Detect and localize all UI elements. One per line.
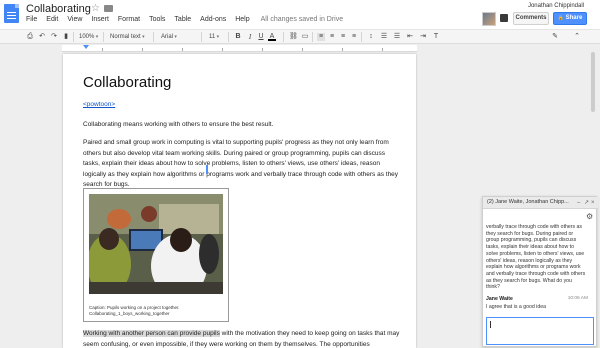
- paragraph-intro: Collaborating means working with others …: [83, 121, 274, 128]
- menu-bar: File Edit View Insert Format Tools Table…: [26, 16, 352, 23]
- align-right-icon[interactable]: ≡: [339, 33, 347, 41]
- doc-heading: Collaborating: [83, 74, 172, 91]
- align-justify-icon[interactable]: ≡: [350, 33, 358, 41]
- collapse-menus-icon[interactable]: ⌃: [573, 33, 581, 41]
- divider: [73, 32, 74, 42]
- scrollbar[interactable]: [591, 52, 595, 112]
- divider: [103, 32, 104, 42]
- paint-format-icon[interactable]: ▮: [62, 33, 70, 41]
- figure-caption: Caption: Pupils working on a project tog…: [89, 305, 180, 317]
- share-button[interactable]: 🔒 Share: [553, 12, 587, 25]
- divider: [361, 32, 362, 42]
- reply-input[interactable]: [486, 317, 594, 345]
- toolbar: ⎙ ↶ ↷ ▮ 100% Normal text Arial 11 B I U …: [0, 29, 600, 44]
- menu-format[interactable]: Format: [118, 16, 140, 23]
- divider: [312, 32, 313, 42]
- menu-edit[interactable]: Edit: [46, 16, 58, 23]
- classroom-photo: [89, 194, 223, 294]
- divider: [283, 32, 284, 42]
- close-icon[interactable]: ×: [591, 198, 595, 208]
- print-icon[interactable]: ⎙: [26, 33, 34, 41]
- divider: [153, 32, 154, 42]
- comment-panel-header: (2) Jane Waite, Jonathan Chipp... – ↗ ×: [483, 197, 598, 209]
- divider: [228, 32, 229, 42]
- comments-button[interactable]: Comments: [513, 12, 549, 25]
- bold-icon[interactable]: B: [234, 33, 242, 41]
- notification-icon[interactable]: [500, 14, 508, 22]
- italic-icon[interactable]: I: [246, 33, 254, 41]
- divider: [201, 32, 202, 42]
- menu-file[interactable]: File: [26, 16, 37, 23]
- comment-panel-title: (2) Jane Waite, Jonathan Chipp...: [487, 199, 569, 205]
- document-title[interactable]: Collaborating: [26, 3, 91, 15]
- docs-logo-icon[interactable]: [4, 4, 19, 23]
- align-left-icon[interactable]: ≡: [317, 33, 325, 41]
- comment-thread-text: verbally trace through code with others …: [486, 224, 586, 291]
- underline-icon[interactable]: U: [257, 33, 265, 41]
- folder-icon[interactable]: [104, 5, 113, 12]
- paragraph-main: Paired and small group work in computing…: [83, 139, 399, 188]
- clear-formatting-icon[interactable]: T: [432, 33, 440, 41]
- text-caret: [490, 321, 491, 328]
- selected-text[interactable]: Working with another person can provide …: [83, 330, 220, 337]
- font-select[interactable]: Arial: [161, 32, 177, 42]
- indent-marker-icon[interactable]: [83, 45, 89, 49]
- undo-icon[interactable]: ↶: [38, 33, 46, 41]
- save-status: All changes saved in Drive: [260, 16, 344, 23]
- menu-table[interactable]: Table: [174, 16, 191, 23]
- zoom-select[interactable]: 100%: [79, 32, 98, 42]
- popout-icon[interactable]: ↗: [584, 198, 589, 208]
- header: Collaborating ☆ File Edit View Insert Fo…: [0, 0, 600, 29]
- menu-insert[interactable]: Insert: [91, 16, 109, 23]
- minimize-icon[interactable]: –: [577, 198, 580, 208]
- share-label: Share: [565, 15, 583, 21]
- menu-tools[interactable]: Tools: [149, 16, 165, 23]
- lock-icon: 🔒: [557, 15, 564, 21]
- caption-filename: Collaborating_1_boys_working_together: [89, 311, 170, 316]
- numbered-list-icon[interactable]: ☰: [380, 33, 388, 41]
- document-page[interactable]: Collaborating <powtoon> Collaborating me…: [63, 54, 416, 348]
- text-color-icon[interactable]: A: [268, 33, 276, 41]
- star-icon[interactable]: ☆: [91, 3, 100, 14]
- bulleted-list-icon[interactable]: ☰: [393, 33, 401, 41]
- figure: Caption: Pupils working on a project tog…: [83, 188, 229, 322]
- comment-icon[interactable]: ▭: [301, 33, 309, 41]
- comment-anchor-icon: [206, 165, 208, 174]
- avatar[interactable]: [482, 12, 496, 26]
- powtoon-link[interactable]: <powtoon>: [83, 101, 115, 108]
- menu-add-ons[interactable]: Add-ons: [200, 16, 226, 23]
- increase-indent-icon[interactable]: ⇥: [419, 33, 427, 41]
- docs-app: Collaborating ☆ File Edit View Insert Fo…: [0, 0, 600, 348]
- gear-icon[interactable]: ⚙: [586, 212, 593, 221]
- decrease-indent-icon[interactable]: ⇤: [406, 33, 414, 41]
- paragraph-motivation: Working with another person can provide …: [83, 329, 403, 348]
- comment-panel: (2) Jane Waite, Jonathan Chipp... – ↗ × …: [482, 196, 598, 347]
- reply-time: 10:06 AM: [567, 296, 588, 301]
- user-name[interactable]: Jonathan Chippindall: [528, 3, 584, 9]
- font-size-select[interactable]: 11: [209, 32, 219, 42]
- ruler[interactable]: [62, 45, 417, 52]
- comment-reply: Jane Waite 10:06 AM I agree that is a go…: [486, 296, 592, 310]
- menu-help[interactable]: Help: [235, 16, 249, 23]
- line-spacing-icon[interactable]: ↕: [367, 33, 375, 41]
- link-icon[interactable]: ⛓: [289, 33, 298, 41]
- style-select[interactable]: Normal text: [110, 32, 145, 42]
- redo-icon[interactable]: ↷: [50, 33, 58, 41]
- edit-mode-icon[interactable]: ✎: [551, 33, 559, 41]
- align-center-icon[interactable]: ≡: [328, 33, 336, 41]
- menu-view[interactable]: View: [67, 16, 82, 23]
- reply-body: I agree that is a good idea: [486, 304, 546, 310]
